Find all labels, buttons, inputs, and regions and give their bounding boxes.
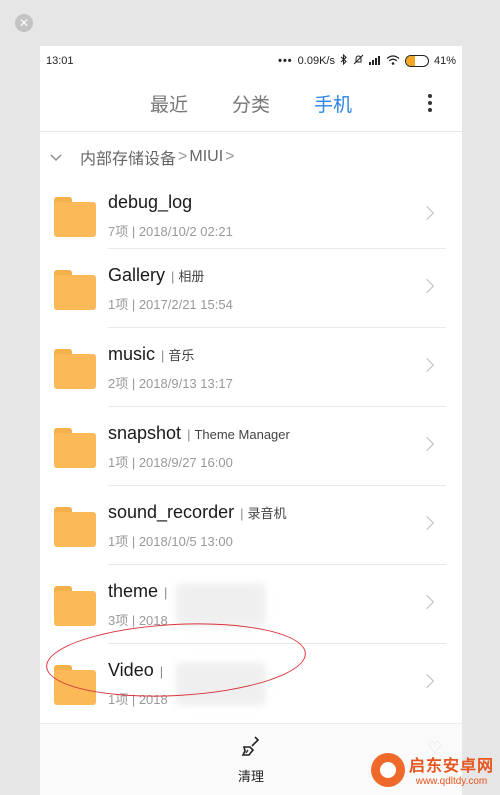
collapse-chevron-icon[interactable] bbox=[50, 150, 62, 165]
mute-bell-icon bbox=[353, 54, 364, 68]
folder-row-snapshot[interactable]: snapshot | Theme Manager 1项 | 2018/9/27 1… bbox=[40, 407, 462, 486]
tab-recent[interactable]: 最近 bbox=[150, 90, 188, 117]
watermark-url: www.qdltdy.com bbox=[415, 776, 488, 787]
tab-phone[interactable]: 手机 bbox=[314, 90, 352, 117]
network-speed: 0.09K/s bbox=[297, 55, 335, 67]
notification-dots-icon: ••• bbox=[278, 55, 293, 67]
wifi-icon bbox=[386, 54, 400, 68]
folder-row-music[interactable]: music | 音乐 2项 | 2018/9/13 13:17 bbox=[40, 328, 462, 407]
privacy-blur bbox=[176, 583, 266, 627]
file-list: debug_log 7项 | 2018/10/2 02:21 Gallery |… bbox=[40, 182, 462, 723]
folder-row-sound-recorder[interactable]: sound_recorder | 录音机 1项 | 2018/10/5 13:00 bbox=[40, 486, 462, 565]
folder-meta: 7项 | 2018/10/2 02:21 bbox=[108, 223, 233, 239]
folder-icon bbox=[54, 426, 96, 468]
folder-name: theme bbox=[108, 580, 159, 601]
broom-icon bbox=[240, 735, 262, 762]
status-time: 13:01 bbox=[46, 55, 74, 67]
breadcrumb-current[interactable]: MIUI bbox=[189, 148, 223, 166]
battery-icon bbox=[404, 55, 429, 67]
folder-app-tag: Theme Manager bbox=[194, 426, 290, 442]
battery-percent: 41% bbox=[433, 55, 456, 67]
watermark-logo-icon bbox=[370, 752, 405, 787]
window-close-icon[interactable]: ✕ bbox=[15, 14, 33, 32]
status-bar: 13:01 ••• 0.09K/s 41% bbox=[40, 46, 462, 76]
folder-meta: 1项 | 2018/9/27 16:00 bbox=[108, 454, 233, 470]
more-options-icon[interactable] bbox=[428, 94, 432, 112]
bluetooth-icon bbox=[340, 53, 348, 68]
breadcrumb: 内部存储设备 > MIUI > bbox=[40, 132, 462, 182]
folder-app-tag: 音乐 bbox=[168, 347, 195, 363]
folder-icon bbox=[54, 584, 96, 626]
folder-app-tag: 相册 bbox=[178, 268, 205, 284]
folder-name: sound_recorder bbox=[108, 501, 235, 522]
phone-screen: 13:01 ••• 0.09K/s 41% 最近 分类 手机 内部存储设备 > … bbox=[40, 46, 462, 795]
folder-app-tag: 录音机 bbox=[247, 505, 287, 521]
folder-meta: 2项 | 2018/9/13 13:17 bbox=[108, 375, 233, 391]
folder-name: music bbox=[108, 343, 156, 364]
folder-name: debug_log bbox=[108, 191, 193, 212]
tab-category[interactable]: 分类 bbox=[232, 90, 270, 117]
folder-name: snapshot bbox=[108, 422, 182, 443]
category-tabs: 最近 分类 手机 bbox=[40, 76, 462, 132]
watermark-title: 启东安卓网 bbox=[408, 758, 494, 775]
folder-meta: 1项 | 2017/2/21 15:54 bbox=[108, 296, 233, 312]
folder-icon bbox=[54, 195, 96, 237]
folder-row-debug-log[interactable]: debug_log 7项 | 2018/10/2 02:21 bbox=[40, 182, 462, 249]
folder-name: Gallery bbox=[108, 264, 166, 285]
site-watermark: 启东安卓网 www.qdltdy.com bbox=[370, 752, 494, 787]
folder-icon bbox=[54, 347, 96, 389]
clean-button[interactable]: 清理 bbox=[238, 735, 264, 785]
folder-row-gallery[interactable]: Gallery | 相册 1项 | 2017/2/21 15:54 bbox=[40, 249, 462, 328]
breadcrumb-separator: > bbox=[178, 148, 188, 165]
folder-icon bbox=[54, 268, 96, 310]
breadcrumb-root[interactable]: 内部存储设备 bbox=[80, 145, 176, 169]
signal-icon bbox=[368, 55, 381, 68]
folder-icon bbox=[54, 505, 96, 547]
folder-meta: 1项 | 2018/10/5 13:00 bbox=[108, 533, 233, 549]
clean-label: 清理 bbox=[237, 768, 264, 784]
breadcrumb-trail: > bbox=[225, 148, 235, 165]
